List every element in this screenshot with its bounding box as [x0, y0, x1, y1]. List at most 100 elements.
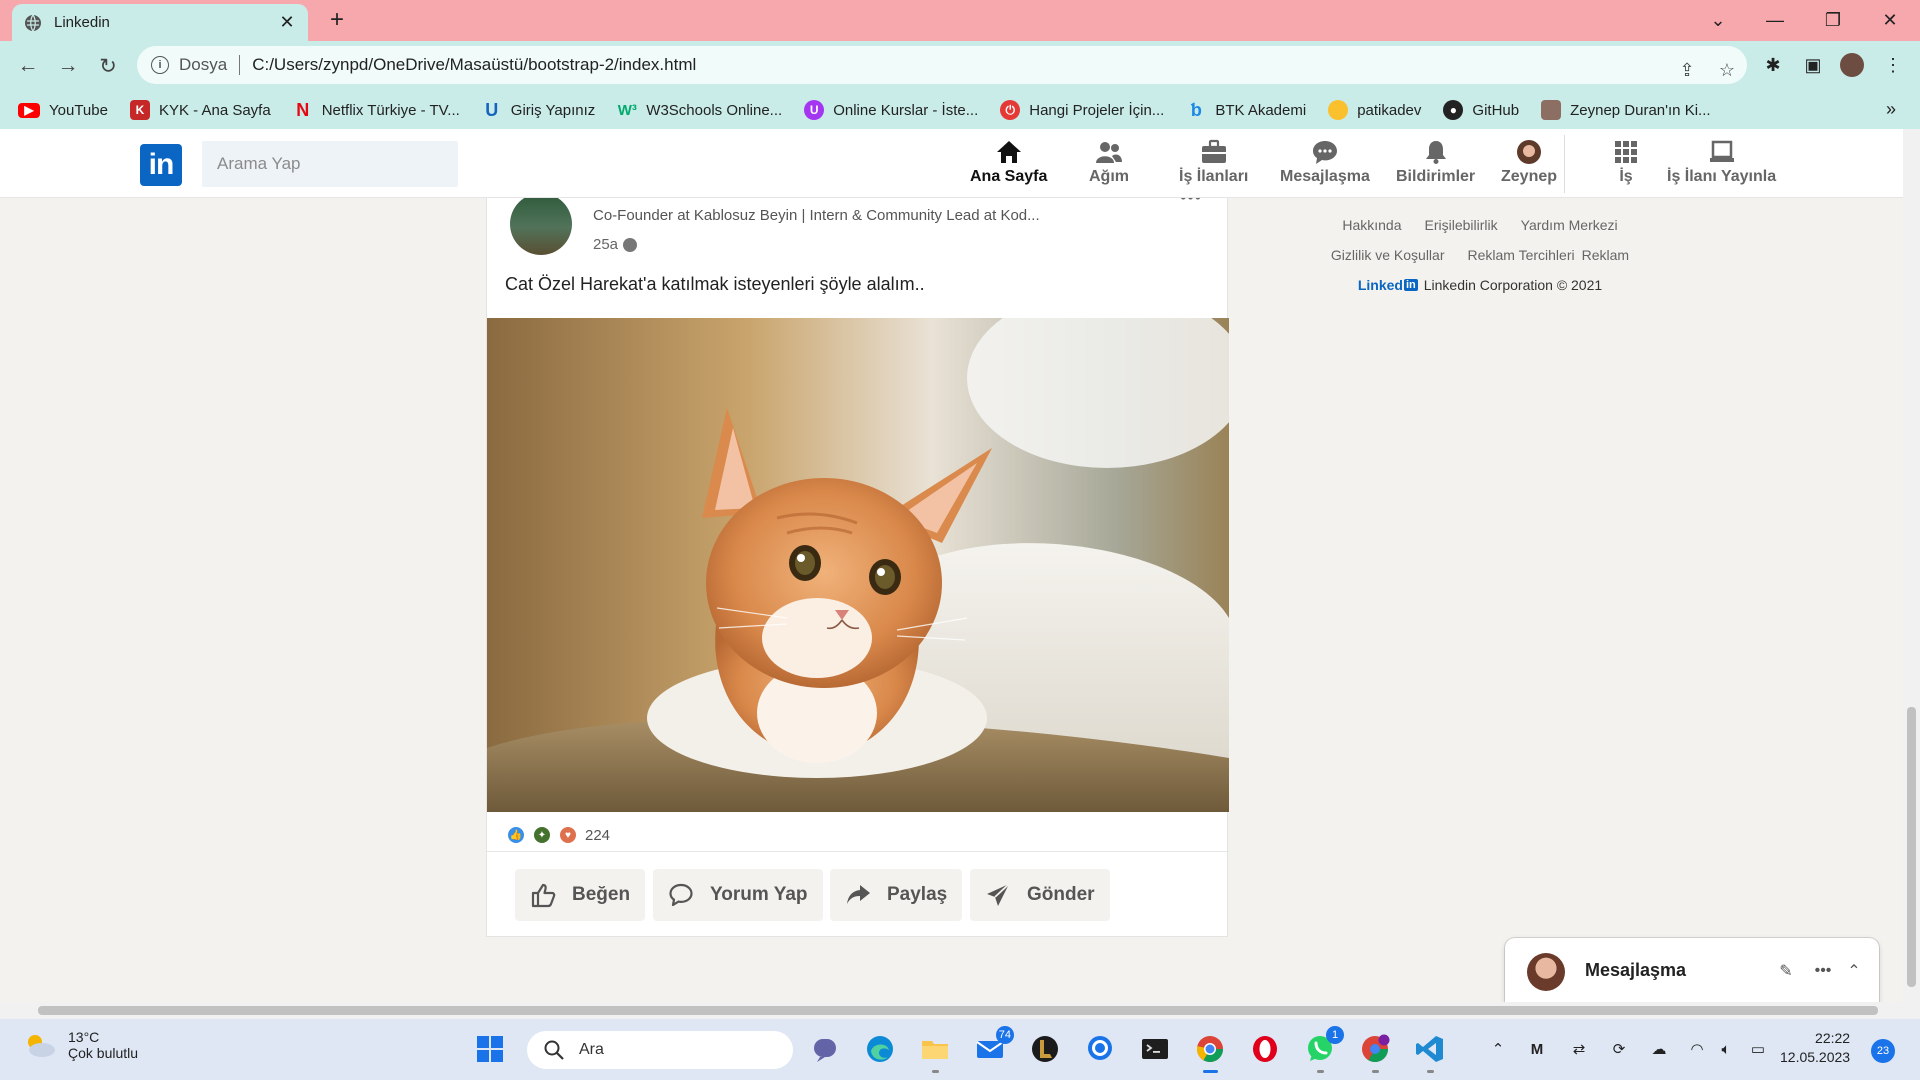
- opera-app[interactable]: [1247, 1031, 1283, 1067]
- footer-link-ad-choices[interactable]: Reklam Tercihleri: [1468, 247, 1575, 263]
- edge-app[interactable]: [862, 1031, 898, 1067]
- bookmark-w3schools[interactable]: W³ W3Schools Online...: [617, 100, 782, 120]
- bookmark-github[interactable]: ● GitHub: [1443, 100, 1519, 120]
- taskbar-search[interactable]: Ara: [527, 1031, 793, 1069]
- nav-network[interactable]: Ağım: [1089, 139, 1129, 186]
- mail-badge: 74: [995, 1026, 1014, 1044]
- weather-widget[interactable]: 13°C Çok bulutlu: [22, 1029, 138, 1061]
- nav-notifications[interactable]: Bildirimler: [1396, 139, 1475, 186]
- bookmark-udemy[interactable]: U Giriş Yapınız: [482, 100, 595, 120]
- battery-icon[interactable]: ▭: [1745, 1036, 1771, 1062]
- comment-button[interactable]: Yorum Yap: [653, 869, 823, 921]
- tray-app-icon[interactable]: M: [1524, 1036, 1550, 1062]
- chat-bubble-icon: [1088, 1036, 1112, 1060]
- bookmark-zeynep[interactable]: Zeynep Duran'ın Ki...: [1541, 100, 1711, 120]
- more-options-icon[interactable]: •••: [1812, 960, 1834, 982]
- linkedin-logo[interactable]: in: [140, 144, 182, 186]
- wifi-icon[interactable]: ◠: [1684, 1036, 1710, 1062]
- browser-profile-avatar[interactable]: [1840, 53, 1864, 77]
- post-reactions[interactable]: 👍 ✦ ♥ 224: [507, 826, 610, 844]
- address-bar[interactable]: i Dosya C:/Users/zynpd/OneDrive/Masaüstü…: [137, 46, 1747, 84]
- bookmarks-overflow-icon[interactable]: »: [1886, 99, 1896, 120]
- nav-post-job[interactable]: İş İlanı Yayınla: [1667, 139, 1776, 186]
- close-window-button[interactable]: ✕: [1872, 6, 1908, 34]
- bookmark-hangi-projeler[interactable]: ⏻ Hangi Projeler İçin...: [1000, 100, 1164, 120]
- footer-link-about[interactable]: Hakkında: [1342, 217, 1401, 233]
- search-input[interactable]: Arama Yap: [202, 141, 458, 187]
- share-page-icon[interactable]: ⇪: [1675, 58, 1699, 82]
- side-panel-icon[interactable]: ▣: [1800, 52, 1826, 78]
- vscode-app[interactable]: [1412, 1031, 1448, 1073]
- file-explorer-app[interactable]: [917, 1031, 953, 1073]
- tray-sliders-icon[interactable]: ⇄: [1566, 1036, 1592, 1062]
- system-clock[interactable]: 22:22 12.05.2023: [1780, 1029, 1850, 1067]
- tab-search-chevron-icon[interactable]: ⌄: [1700, 6, 1736, 34]
- footer-link-help-center[interactable]: Yardım Merkezi: [1521, 217, 1618, 233]
- compose-icon[interactable]: ✎: [1775, 960, 1797, 982]
- send-icon: [987, 883, 1010, 906]
- back-button[interactable]: ←: [14, 52, 42, 80]
- bookmark-youtube[interactable]: ▶ YouTube: [18, 102, 108, 119]
- send-button[interactable]: Gönder: [970, 869, 1110, 921]
- notification-badge[interactable]: 23: [1871, 1039, 1895, 1063]
- browser-menu-icon[interactable]: ⋮: [1880, 52, 1906, 78]
- bookmark-online-kurslar[interactable]: U Online Kurslar - İste...: [804, 100, 978, 120]
- nav-label: İş: [1619, 168, 1633, 185]
- terminal-app[interactable]: [1137, 1031, 1173, 1067]
- footer-link-accessibility[interactable]: Erişilebilirlik: [1425, 217, 1498, 233]
- bookmark-kyk[interactable]: K KYK - Ana Sayfa: [129, 100, 271, 120]
- nav-profile[interactable]: Zeynep: [1501, 139, 1557, 186]
- site-info-icon[interactable]: i: [151, 56, 169, 74]
- vertical-scrollbar[interactable]: [1903, 129, 1920, 1002]
- vertical-scroll-thumb[interactable]: [1907, 707, 1916, 987]
- messenger-app[interactable]: [1082, 1031, 1118, 1067]
- running-indicator: [1372, 1070, 1379, 1073]
- teams-chat-app[interactable]: [808, 1031, 844, 1067]
- bookmark-label: Giriş Yapınız: [510, 101, 596, 119]
- footer-link-advertising[interactable]: Reklam: [1582, 247, 1629, 263]
- post-author-avatar[interactable]: [510, 193, 572, 255]
- reload-button[interactable]: ↻: [94, 52, 122, 80]
- bookmark-star-icon[interactable]: ☆: [1715, 58, 1739, 82]
- minimize-button[interactable]: —: [1757, 6, 1793, 34]
- chevron-up-icon[interactable]: ⌃: [1843, 960, 1865, 982]
- tray-overflow-chevron-icon[interactable]: ⌃: [1485, 1036, 1511, 1062]
- horizontal-scrollbar[interactable]: [0, 1002, 1920, 1019]
- bookmark-patikadev[interactable]: patikadev: [1328, 100, 1421, 120]
- nav-jobs[interactable]: İş İlanları: [1179, 139, 1248, 186]
- action-label: Yorum Yap: [710, 884, 808, 905]
- nav-home[interactable]: Ana Sayfa: [970, 139, 1047, 186]
- whatsapp-app[interactable]: 1: [1302, 1026, 1344, 1073]
- address-url[interactable]: C:/Users/zynpd/OneDrive/Masaüstü/bootstr…: [252, 55, 696, 75]
- browser-tab[interactable]: Linkedin ✕: [12, 4, 308, 41]
- bookmark-btk[interactable]: ƅ BTK Akademi: [1186, 100, 1306, 120]
- chrome-profile-app[interactable]: [1357, 1031, 1393, 1073]
- league-app[interactable]: [1027, 1031, 1063, 1067]
- volume-icon[interactable]: 🔈︎: [1713, 1036, 1739, 1062]
- bookmark-netflix[interactable]: N Netflix Türkiye - TV...: [293, 100, 460, 120]
- like-button[interactable]: Beğen: [515, 869, 646, 921]
- chrome-profile-icon: [1362, 1034, 1390, 1063]
- forward-button[interactable]: →: [54, 52, 82, 80]
- tray-sync-icon[interactable]: ⟳: [1606, 1036, 1632, 1062]
- footer-links: Hakkında Erişilebilirlik Yardım Merkezi …: [1290, 217, 1670, 293]
- nav-messaging[interactable]: Mesajlaşma: [1280, 139, 1370, 186]
- start-button[interactable]: [472, 1031, 508, 1067]
- extensions-puzzle-icon[interactable]: ✱: [1760, 52, 1786, 78]
- close-tab-icon[interactable]: ✕: [278, 12, 296, 32]
- messaging-avatar: [1527, 953, 1565, 991]
- chrome-app[interactable]: [1192, 1031, 1228, 1073]
- kitten-photo: [487, 318, 1229, 812]
- restore-button[interactable]: ❐: [1815, 6, 1851, 34]
- running-indicator: [1317, 1070, 1324, 1073]
- new-tab-button[interactable]: +: [325, 6, 349, 33]
- nav-work[interactable]: İş: [1612, 139, 1640, 186]
- share-button[interactable]: Paylaş: [830, 869, 963, 921]
- mail-app[interactable]: 74: [972, 1026, 1014, 1067]
- post-timestamp: 25a: [593, 236, 638, 253]
- messaging-dock[interactable]: Mesajlaşma ✎ ••• ⌃: [1505, 938, 1879, 1002]
- footer-link-privacy[interactable]: Gizlilik ve Koşullar: [1331, 247, 1445, 263]
- post-image-kitten[interactable]: [487, 318, 1229, 812]
- horizontal-scroll-thumb[interactable]: [38, 1006, 1878, 1015]
- tray-cloud-icon[interactable]: ☁: [1646, 1036, 1672, 1062]
